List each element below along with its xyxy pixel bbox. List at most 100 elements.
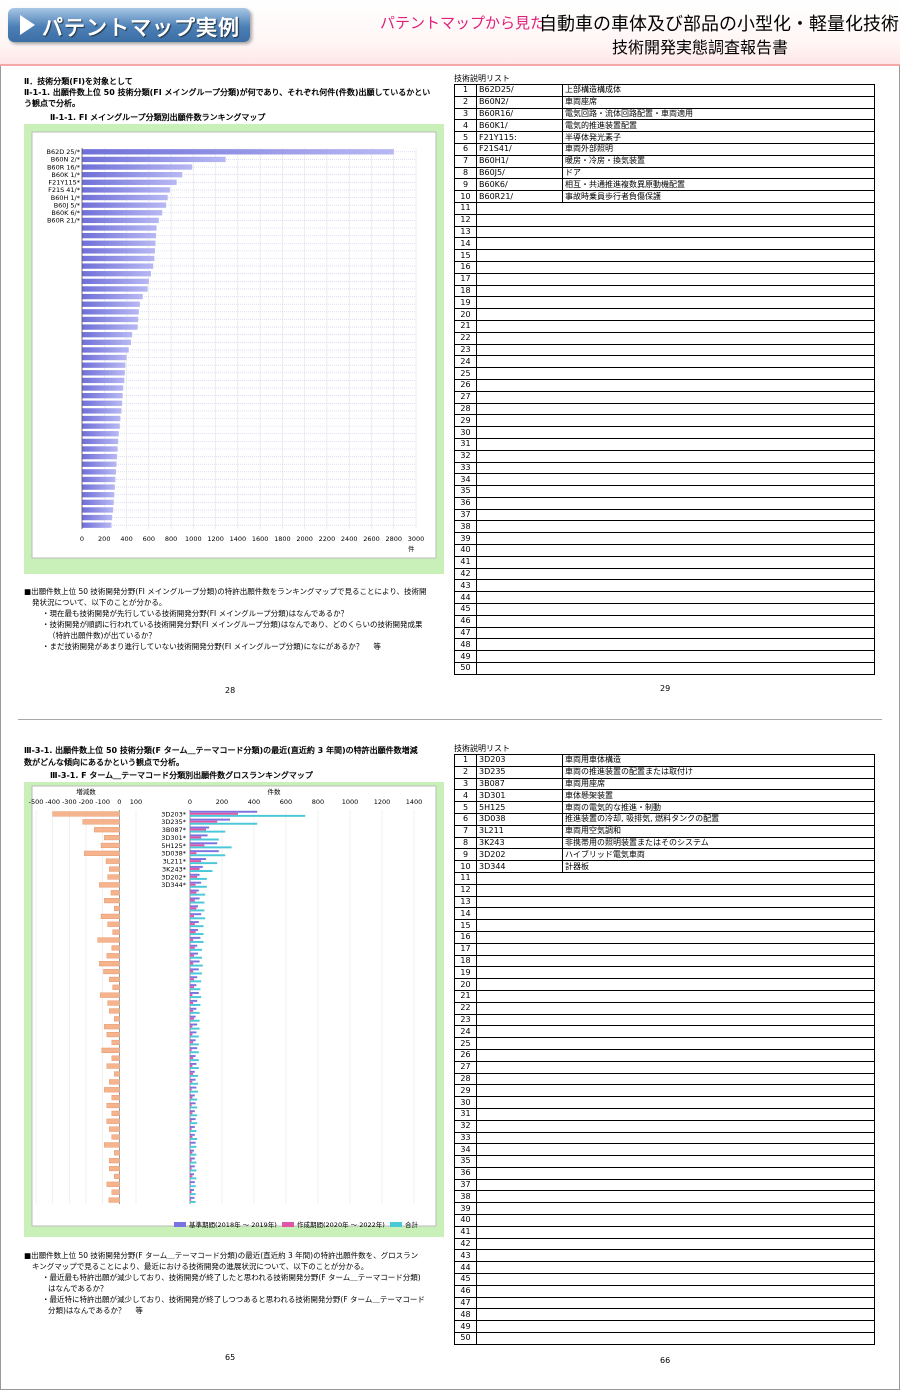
series-bar xyxy=(190,822,258,825)
series-bar xyxy=(190,1043,199,1046)
bar xyxy=(82,225,157,231)
class-code xyxy=(476,1143,563,1157)
bar xyxy=(82,164,193,170)
table-row: 32 xyxy=(454,1119,875,1133)
row-number: 42 xyxy=(454,567,477,581)
series-bar xyxy=(190,810,258,813)
class-description xyxy=(562,1249,875,1263)
class-code xyxy=(476,473,563,487)
row-number: 38 xyxy=(454,1190,477,1204)
category-label: 3D203* xyxy=(161,810,187,818)
class-description xyxy=(562,871,875,885)
series-bar xyxy=(190,1015,196,1018)
table-row: 3 B60R16/電気回路・流体回路配置・車両適用 xyxy=(454,107,875,121)
class-code: B60K1/ xyxy=(476,119,563,133)
diff-bar xyxy=(114,1016,120,1022)
row-number: 27 xyxy=(454,390,477,404)
bar xyxy=(82,484,115,490)
row-number: 10 xyxy=(454,190,477,203)
left-tick-label: -400 xyxy=(45,798,60,806)
class-code xyxy=(476,1214,563,1227)
note-line: はなんであるか？ xyxy=(48,1284,108,1293)
series-bar xyxy=(190,860,202,863)
class-description xyxy=(562,919,875,932)
bar xyxy=(82,172,183,178)
row-number: 5 xyxy=(454,131,477,144)
row-number: 44 xyxy=(454,1261,477,1275)
table-row: 46 xyxy=(454,1284,875,1298)
x-tick-label: 0 xyxy=(80,535,84,543)
diff-bar xyxy=(106,1181,120,1187)
series-bar xyxy=(190,1161,197,1164)
bar xyxy=(82,431,119,437)
series-bar xyxy=(190,970,194,973)
chart-title: Ⅱ-1-1. FI メイングループ分類別出願件数ランキングマップ xyxy=(50,113,266,122)
class-description xyxy=(562,284,875,298)
class-description: 上部構造構成体 xyxy=(562,84,875,97)
class-code xyxy=(476,496,563,510)
gross-ranking-chart: 増減数 件数 -500 -400 -300 -200 -100 0 100 0 200 400 600 8… xyxy=(24,782,444,1237)
class-code xyxy=(476,343,563,357)
class-description: 暖房・冷房・換気装置 xyxy=(562,154,875,168)
class-code xyxy=(476,966,563,980)
series-bar xyxy=(190,1120,192,1123)
series-bar xyxy=(190,1167,192,1170)
ranking-map-chart: 0 200 400 600 800 1000 1200 1400 1600 1800 2000 220… xyxy=(24,124,444,574)
series-bar xyxy=(190,889,199,892)
class-description xyxy=(562,308,875,321)
table-row: 41 xyxy=(454,555,875,569)
class-code xyxy=(476,662,563,675)
class-code xyxy=(476,1084,563,1098)
row-number: 45 xyxy=(454,603,477,616)
class-description: 計器板 xyxy=(562,860,875,873)
series-bar xyxy=(190,1181,195,1184)
series-bar xyxy=(190,1159,192,1162)
class-description xyxy=(562,1131,875,1145)
class-description xyxy=(562,907,875,921)
series-bar xyxy=(190,814,306,817)
class-description xyxy=(562,237,875,251)
bar xyxy=(82,522,112,528)
table-title: 技術説明リスト xyxy=(454,744,510,753)
bar xyxy=(82,293,143,300)
bar xyxy=(82,385,124,391)
series-bar xyxy=(190,1193,196,1196)
class-description xyxy=(562,201,875,215)
class-code: B60K6/ xyxy=(476,178,563,192)
class-code xyxy=(476,508,563,522)
class-code xyxy=(476,272,563,286)
right-tick-label: 800 xyxy=(312,798,324,806)
table-row: 40 xyxy=(454,544,875,557)
class-code xyxy=(476,1155,563,1168)
row-number: 21 xyxy=(454,319,477,333)
class-description xyxy=(562,978,875,991)
class-description: 半導体発光素子 xyxy=(562,131,875,144)
report-header: パテントマップ実例 パテントマップから見た 自動車の車体及び部品の小型化・軽量化… xyxy=(0,0,900,66)
class-description: 車両用空気調和 xyxy=(562,824,875,838)
class-description xyxy=(562,319,875,333)
row-number: 41 xyxy=(454,1225,477,1239)
class-description: 相互・共通推進複数異原動機配置 xyxy=(562,178,875,192)
patent-map-badge: パテントマップ実例 xyxy=(8,8,250,42)
series-bar xyxy=(190,1135,193,1138)
class-description xyxy=(562,367,875,380)
series-bar xyxy=(190,1072,194,1075)
class-description xyxy=(562,1119,875,1133)
bar xyxy=(82,400,123,406)
row-number: 7 xyxy=(454,154,477,168)
left-tick-label: -500 xyxy=(29,798,44,806)
series-bar xyxy=(190,850,219,853)
class-description: 電気的推進装置配置 xyxy=(562,119,875,133)
series-bar xyxy=(190,870,213,872)
table-row: 41 xyxy=(454,1225,875,1239)
table-row: 47 xyxy=(454,626,875,640)
class-code: B60R21/ xyxy=(476,190,563,203)
x-tick-label: 200 xyxy=(98,535,110,543)
table-row: 45 xyxy=(454,1273,875,1286)
series-bar xyxy=(190,1198,192,1201)
class-description xyxy=(562,331,875,345)
series-bar xyxy=(190,1031,197,1034)
row-number: 7 xyxy=(454,824,477,838)
series-bar xyxy=(190,1064,193,1067)
table-row: 14 xyxy=(454,237,875,251)
